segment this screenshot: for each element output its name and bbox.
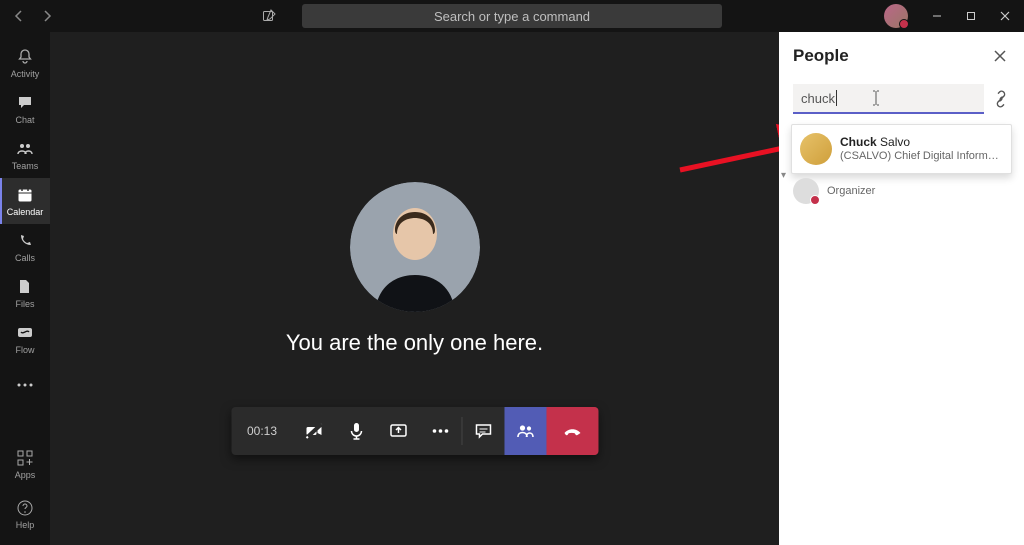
help-icon (15, 498, 35, 518)
window-maximize-button[interactable] (956, 2, 986, 30)
rail-item-apps[interactable]: Apps (0, 441, 50, 487)
rail-label: Activity (11, 69, 40, 79)
rail-item-files[interactable]: Files (0, 270, 50, 316)
text-caret (836, 90, 837, 106)
profile-avatar[interactable] (884, 4, 908, 28)
apps-icon (15, 448, 35, 468)
meeting-stage: You are the only one here. 00:13 (50, 32, 779, 545)
app-root: Search or type a command Activity (0, 0, 1024, 545)
rail-label: Files (15, 299, 34, 309)
app-body: Activity Chat Teams Calendar Calls Files (0, 32, 1024, 545)
suggestion-name: Chuck Salvo (840, 135, 1003, 150)
title-bar-left (0, 5, 58, 27)
show-participants-button[interactable] (504, 407, 546, 455)
panel-title: People (793, 46, 849, 66)
rail-label: Chat (15, 115, 34, 125)
nav-back-button[interactable] (8, 5, 30, 27)
app-rail: Activity Chat Teams Calendar Calls Files (0, 32, 50, 545)
organizer-label: Organizer (827, 185, 875, 197)
organizer-row: Organizer (793, 178, 1010, 204)
mic-toggle-button[interactable] (335, 407, 377, 455)
bell-icon (15, 47, 35, 67)
rail-item-more[interactable] (0, 362, 50, 408)
suggestion-item[interactable]: Chuck Salvo (CSALVO) Chief Digital Infor… (791, 124, 1012, 174)
nav-forward-button[interactable] (36, 5, 58, 27)
call-duration: 00:13 (231, 424, 293, 438)
show-conversation-button[interactable] (462, 407, 504, 455)
files-icon (15, 277, 35, 297)
window-close-button[interactable] (990, 2, 1020, 30)
command-search-box[interactable]: Search or type a command (302, 4, 722, 28)
compose-button[interactable] (258, 5, 280, 27)
flow-icon (15, 323, 35, 343)
calendar-icon (15, 185, 35, 205)
teams-icon (15, 139, 35, 159)
rail-label: Teams (12, 161, 39, 171)
people-panel: People chuck ▾ (779, 32, 1024, 545)
meeting-status-text: You are the only one here. (286, 330, 543, 356)
rail-label: Apps (15, 470, 36, 480)
organizer-avatar (793, 178, 819, 204)
panel-close-button[interactable] (990, 46, 1010, 66)
call-control-bar: 00:13 (231, 407, 598, 455)
rail-label: Calls (15, 253, 35, 263)
text-cursor-icon (871, 89, 881, 107)
section-chevron-icon[interactable]: ▾ (781, 170, 786, 181)
copy-join-link-button[interactable] (992, 90, 1010, 108)
rail-label: Help (16, 520, 35, 530)
title-bar: Search or type a command (0, 0, 1024, 32)
hang-up-button[interactable] (546, 407, 598, 455)
suggestion-text: Chuck Salvo (CSALVO) Chief Digital Infor… (840, 135, 1003, 164)
invite-search-input[interactable]: chuck (793, 84, 984, 114)
suggestion-subtitle: (CSALVO) Chief Digital Information Of… (840, 150, 1003, 164)
command-search-placeholder: Search or type a command (434, 9, 590, 24)
rail-item-chat[interactable]: Chat (0, 86, 50, 132)
rail-label: Flow (15, 345, 34, 355)
rail-item-calls[interactable]: Calls (0, 224, 50, 270)
camera-toggle-button[interactable] (293, 407, 335, 455)
share-screen-button[interactable] (377, 407, 419, 455)
window-minimize-button[interactable] (922, 2, 952, 30)
more-icon (15, 375, 35, 395)
rail-item-activity[interactable]: Activity (0, 40, 50, 86)
more-actions-button[interactable] (419, 407, 461, 455)
invite-search-value: chuck (801, 91, 835, 106)
participant-avatar (350, 182, 480, 312)
panel-header: People (793, 46, 1010, 66)
title-bar-right (884, 2, 1024, 30)
rail-item-flow[interactable]: Flow (0, 316, 50, 362)
rail-item-help[interactable]: Help (0, 491, 50, 537)
suggestion-avatar (800, 133, 832, 165)
chat-icon (15, 93, 35, 113)
rail-item-calendar[interactable]: Calendar (0, 178, 50, 224)
phone-icon (15, 231, 35, 251)
rail-label: Calendar (7, 207, 44, 217)
rail-item-teams[interactable]: Teams (0, 132, 50, 178)
